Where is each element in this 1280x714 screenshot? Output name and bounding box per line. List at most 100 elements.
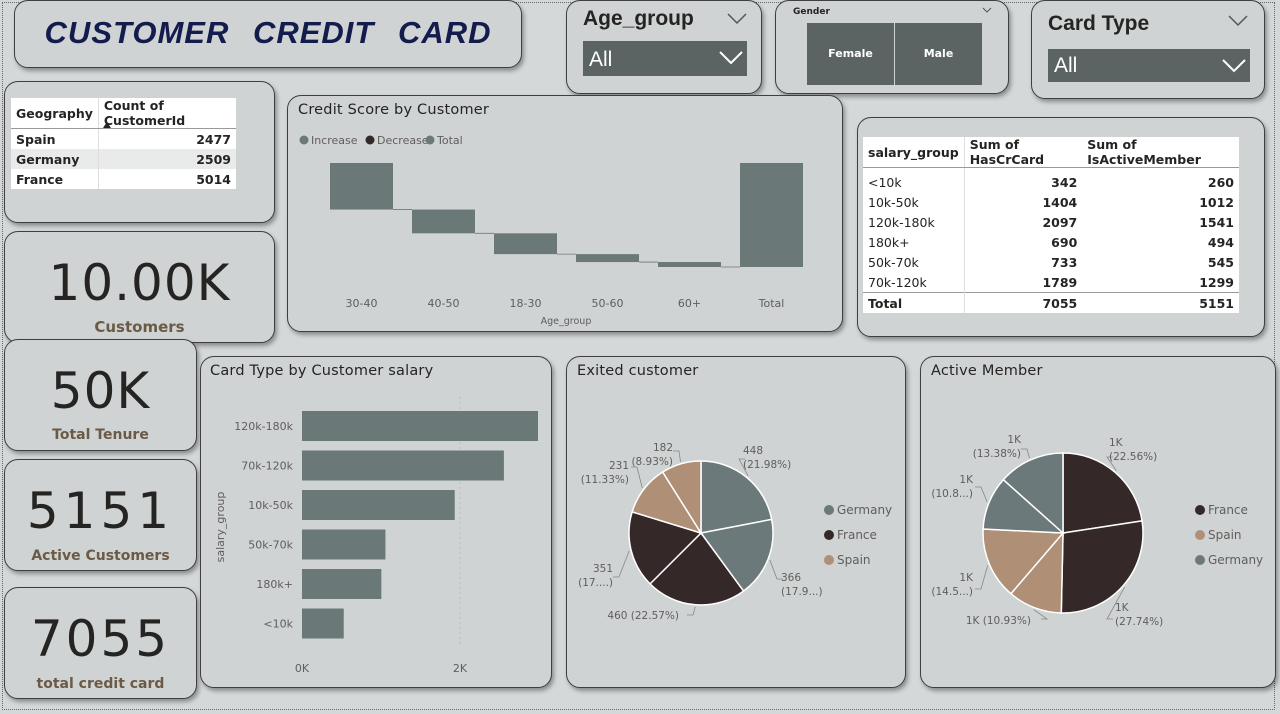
- chevron-down-icon[interactable]: [982, 7, 992, 14]
- card-type-salary-chart-card: Card Type by Customer salary 120k-180k 70…: [200, 356, 552, 688]
- x-tick-label: 30-40: [346, 297, 378, 310]
- salary-table-card: salary_group Sum of HasCrCard Sum of IsA…: [857, 117, 1265, 337]
- table-row[interactable]: 50k-70k 733 545: [863, 252, 1239, 272]
- table-header: salary_group Sum of HasCrCard Sum of IsA…: [863, 137, 1239, 168]
- kpi-label: Customers: [94, 318, 185, 336]
- sort-ascending-icon: [102, 122, 111, 128]
- kpi-value: 7055: [30, 610, 171, 668]
- waterfall-chart: Increase Decrease Total 30-40 40-50 18-30 50-6…: [299, 134, 803, 327]
- cell: 120k-180k: [863, 212, 965, 232]
- data-label: (13.38%): [973, 448, 1021, 460]
- cell: Germany: [11, 149, 99, 169]
- data-label: 1K: [1115, 602, 1130, 614]
- gender-option-male[interactable]: Male: [895, 23, 982, 85]
- waterfall-bar: [412, 209, 475, 234]
- cell: 733: [1051, 254, 1078, 270]
- table-row[interactable]: 180k+ 690 494: [863, 232, 1239, 252]
- leader-line: [687, 606, 696, 616]
- credit-score-chart-card: Credit Score by Customer Increase Decreas…: [287, 95, 843, 332]
- data-label: 460 (22.57%): [607, 610, 679, 622]
- age-group-dropdown[interactable]: All: [583, 41, 747, 76]
- card-type-value: All: [1054, 54, 1078, 77]
- cell: Total: [863, 292, 965, 313]
- dashboard-title: CUSTOMER CREDIT CARD: [44, 15, 492, 50]
- bar: [302, 490, 455, 520]
- table-total-row[interactable]: Total 7055 5151: [863, 292, 1239, 313]
- cell: 5014: [196, 171, 231, 187]
- data-label: (21.98%): [743, 459, 791, 471]
- table-row[interactable]: 120k-180k 2097 1541: [863, 212, 1239, 232]
- data-label: 366: [781, 572, 801, 584]
- gender-option-label: Female: [828, 47, 873, 60]
- leader-line: [975, 486, 988, 502]
- x-tick-label: 18-30: [510, 297, 542, 310]
- chevron-down-icon[interactable]: [1228, 15, 1248, 27]
- table-row[interactable]: Germany 2509: [11, 149, 236, 169]
- data-label: 1K: [1109, 437, 1124, 449]
- kpi-label: Total Tenure: [52, 427, 149, 443]
- column-header-label: Count of CustomerId: [103, 98, 186, 128]
- y-tick-label: 70k-120k: [241, 460, 293, 473]
- exited-customer-chart-card: Exited customer 448 (21.98%) 366 (17.9...) 4…: [566, 356, 906, 688]
- table-row[interactable]: France 5014: [11, 169, 236, 189]
- column-header[interactable]: Sum of HasCrCard: [964, 137, 1083, 168]
- kpi-label: Active Customers: [31, 548, 170, 564]
- waterfall-bar: [330, 163, 393, 210]
- data-label: 351: [593, 563, 613, 575]
- y-tick-label: 10k-50k: [248, 499, 293, 512]
- gender-label: Gender: [793, 7, 830, 17]
- table-row[interactable]: Spain 2477: [11, 128, 236, 149]
- column-header[interactable]: Geography: [11, 98, 99, 129]
- legend-marker: [1195, 530, 1205, 540]
- y-tick-label: 50k-70k: [248, 539, 293, 552]
- cell: <10k: [863, 167, 965, 192]
- card-type-slicer[interactable]: Card Type All: [1031, 0, 1265, 99]
- chevron-down-icon: [1222, 59, 1246, 73]
- leader-line: [631, 466, 643, 489]
- cell: 2097: [1042, 214, 1078, 230]
- cell: 70k-120k: [863, 272, 965, 293]
- legend-marker: [365, 135, 375, 145]
- x-tick-label: 2K: [453, 662, 468, 675]
- pie-slice: [1060, 520, 1144, 614]
- age-group-value: All: [589, 48, 613, 71]
- legend-label: Spain: [1208, 528, 1242, 542]
- table-row[interactable]: 10k-50k 1404 1012: [863, 192, 1239, 212]
- gender-slicer[interactable]: Gender Female Male: [775, 0, 1009, 94]
- customers-kpi-card: 10.00K Customers: [4, 231, 275, 343]
- cell: 2477: [196, 131, 231, 147]
- cell: 2509: [196, 151, 231, 167]
- age-group-slicer[interactable]: Age_group All: [566, 0, 762, 94]
- legend-label: France: [1208, 503, 1248, 517]
- table-row[interactable]: 70k-120k 1789 1299: [863, 272, 1239, 293]
- waterfall-bar: [658, 262, 721, 267]
- gender-option-female[interactable]: Female: [807, 23, 894, 85]
- column-header[interactable]: salary_group: [863, 137, 965, 168]
- data-label: 1K: [959, 474, 974, 486]
- data-label: (10.8...): [931, 488, 973, 500]
- tenure-kpi-card: 50K Total Tenure: [4, 339, 197, 451]
- bar: [302, 569, 382, 599]
- bar: [302, 529, 386, 560]
- legend-marker: [824, 555, 834, 565]
- legend-label: France: [837, 528, 877, 542]
- column-header[interactable]: Sum of IsActiveMember: [1082, 137, 1239, 168]
- legend-marker: [824, 505, 834, 515]
- chevron-down-icon[interactable]: [727, 13, 747, 25]
- data-label: (22.56%): [1109, 451, 1157, 463]
- gender-option-label: Male: [923, 47, 954, 60]
- kpi-label: total credit card: [36, 676, 165, 692]
- card-type-dropdown[interactable]: All: [1048, 49, 1250, 82]
- leader-line: [673, 450, 681, 462]
- table-row[interactable]: <10k 342 260: [863, 167, 1239, 192]
- data-label: 231: [609, 460, 629, 472]
- legend-marker: [425, 135, 435, 145]
- credit-card-kpi-card: 7055 total credit card: [4, 587, 197, 699]
- cell: 1012: [1199, 194, 1234, 210]
- data-label: 448: [743, 445, 763, 457]
- bar-chart: 120k-180k 70k-120k 10k-50k 50k-70k 180k+ <10k…: [214, 397, 538, 675]
- cell: 342: [1051, 174, 1078, 190]
- x-tick-label: 40-50: [428, 297, 460, 310]
- column-header[interactable]: Count of CustomerId: [98, 98, 236, 129]
- table-header: Geography Count of CustomerId: [11, 98, 236, 129]
